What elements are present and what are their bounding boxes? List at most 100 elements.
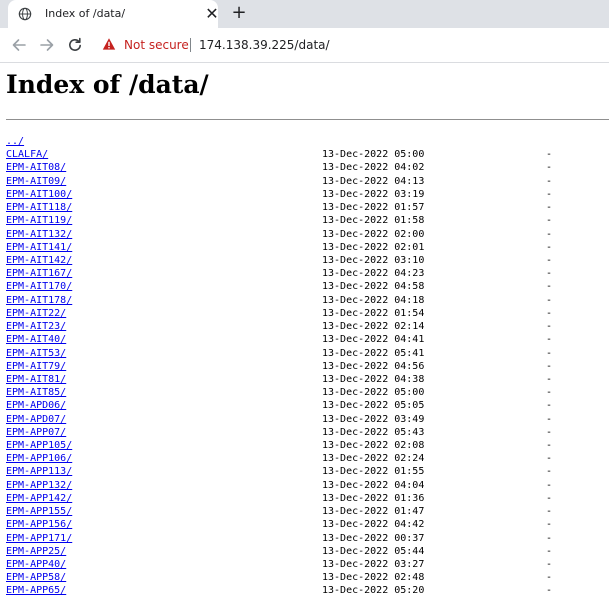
table-row: EPM-AIT40/13-Dec-2022 04:41 -	[6, 333, 552, 346]
divider	[6, 119, 609, 120]
modified-date: 13-Dec-2022 04:42	[322, 519, 425, 531]
directory-link[interactable]: EPM-APP65/	[6, 585, 66, 596]
file-size: -	[546, 188, 553, 200]
modified-date: 13-Dec-2022 01:54	[322, 307, 425, 319]
modified-date: 13-Dec-2022 04:38	[322, 373, 425, 385]
modified-date: 13-Dec-2022 00:37	[322, 532, 425, 544]
directory-link[interactable]: EPM-APP156/	[6, 519, 72, 530]
table-row: EPM-APP113/13-Dec-2022 01:55 -	[6, 465, 552, 478]
modified-date: 13-Dec-2022 02:14	[322, 321, 425, 333]
table-row: EPM-APP106/13-Dec-2022 02:24 -	[6, 452, 552, 465]
directory-link[interactable]: EPM-AIT22/	[6, 308, 66, 319]
table-row: EPM-AIT119/13-Dec-2022 01:58 -	[6, 214, 552, 227]
modified-date: 13-Dec-2022 02:24	[322, 453, 425, 465]
table-row: EPM-APP40/13-Dec-2022 03:27 -	[6, 558, 552, 571]
directory-listing: ../ CLALFA/13-Dec-2022 05:00- EPM-AIT08/1…	[6, 135, 552, 598]
modified-date: 13-Dec-2022 01:57	[322, 202, 425, 214]
file-size: -	[546, 241, 553, 253]
directory-link[interactable]: EPM-AIT09/	[6, 176, 66, 187]
modified-date: 13-Dec-2022 05:44	[322, 545, 425, 557]
directory-link[interactable]: EPM-AIT142/	[6, 255, 72, 266]
directory-link[interactable]: EPM-AIT08/	[6, 162, 66, 173]
directory-link[interactable]: EPM-AIT118/	[6, 202, 72, 213]
modified-date: 13-Dec-2022 01:55	[322, 466, 425, 478]
directory-link[interactable]: EPM-AIT40/	[6, 334, 66, 345]
directory-link[interactable]: CLALFA/	[6, 149, 48, 160]
file-size: -	[546, 373, 553, 385]
directory-link[interactable]: EPM-APP132/	[6, 480, 72, 491]
directory-link[interactable]: EPM-APP142/	[6, 493, 72, 504]
reload-icon[interactable]	[66, 36, 84, 54]
table-row: EPM-AIT22/13-Dec-2022 01:54 -	[6, 307, 552, 320]
directory-link[interactable]: EPM-AIT100/	[6, 189, 72, 200]
directory-link[interactable]: EPM-AIT132/	[6, 229, 72, 240]
modified-date: 13-Dec-2022 02:08	[322, 440, 425, 452]
parent-directory-row: ../	[6, 135, 72, 148]
modified-date: 13-Dec-2022 05:43	[322, 426, 425, 438]
directory-link[interactable]: EPM-APP07/	[6, 427, 66, 438]
plus-icon[interactable]: +	[230, 4, 248, 22]
arrow-right-icon[interactable]	[38, 36, 56, 54]
directory-link[interactable]: EPM-AIT167/	[6, 268, 72, 279]
directory-link[interactable]: EPM-APD06/	[6, 400, 66, 411]
table-row: EPM-AIT09/13-Dec-2022 04:13 -	[6, 175, 552, 188]
table-row: EPM-APD06/13-Dec-2022 05:05 -	[6, 399, 552, 412]
directory-link[interactable]: EPM-APP155/	[6, 506, 72, 517]
directory-link[interactable]: EPM-AIT85/	[6, 387, 66, 398]
directory-link[interactable]: EPM-APP106/	[6, 453, 72, 464]
page-title: Index of /data/	[6, 70, 209, 99]
table-row: EPM-AIT178/13-Dec-2022 04:18 -	[6, 294, 552, 307]
modified-date: 13-Dec-2022 04:13	[322, 175, 425, 187]
directory-link[interactable]: EPM-APD07/	[6, 414, 66, 425]
modified-date: 13-Dec-2022 02:00	[322, 228, 425, 240]
modified-date: 13-Dec-2022 05:41	[322, 347, 425, 359]
table-row: EPM-AIT53/13-Dec-2022 05:41 -	[6, 347, 552, 360]
table-row: EPM-APP142/13-Dec-2022 01:36 -	[6, 492, 552, 505]
file-size: -	[546, 400, 553, 412]
url-text[interactable]: 174.138.39.225/data/	[199, 38, 330, 52]
file-size: -	[546, 572, 553, 584]
warning-icon[interactable]	[102, 37, 116, 51]
modified-date: 13-Dec-2022 01:47	[322, 506, 425, 518]
modified-date: 13-Dec-2022 03:19	[322, 188, 425, 200]
file-size: -	[546, 440, 553, 452]
directory-link[interactable]: EPM-AIT23/	[6, 321, 66, 332]
file-size: -	[546, 162, 553, 174]
arrow-left-icon[interactable]	[10, 36, 28, 54]
directory-link[interactable]: EPM-APP40/	[6, 559, 66, 570]
directory-link[interactable]: EPM-APP58/	[6, 572, 66, 583]
file-size: -	[546, 360, 553, 372]
modified-date: 13-Dec-2022 03:10	[322, 254, 425, 266]
directory-link[interactable]: EPM-AIT170/	[6, 281, 72, 292]
directory-link[interactable]: EPM-AIT141/	[6, 242, 72, 253]
directory-link[interactable]: EPM-AIT79/	[6, 361, 66, 372]
directory-link[interactable]: EPM-APP171/	[6, 533, 72, 544]
directory-link[interactable]: EPM-APP113/	[6, 466, 72, 477]
directory-link[interactable]: EPM-AIT81/	[6, 374, 66, 385]
parent-directory-link[interactable]: ../	[6, 136, 24, 147]
modified-date: 13-Dec-2022 04:56	[322, 360, 425, 372]
close-icon[interactable]: ✕	[204, 6, 220, 22]
file-size: -	[546, 519, 553, 531]
table-row: EPM-AIT81/13-Dec-2022 04:38 -	[6, 373, 552, 386]
modified-date: 13-Dec-2022 05:20	[322, 585, 425, 597]
file-size: -	[546, 453, 553, 465]
browser-tab-strip: Index of /data/ ✕ +	[0, 0, 609, 28]
table-row: EPM-AIT167/13-Dec-2022 04:23 -	[6, 267, 552, 280]
modified-date: 13-Dec-2022 02:01	[322, 241, 425, 253]
file-size: -	[546, 559, 553, 570]
directory-link[interactable]: EPM-AIT53/	[6, 348, 66, 359]
table-row: EPM-APP171/13-Dec-2022 00:37 -	[6, 532, 552, 545]
directory-link[interactable]: EPM-APP105/	[6, 440, 72, 451]
directory-link[interactable]: EPM-AIT178/	[6, 295, 72, 306]
address-bar[interactable]: Not secure 174.138.39.225/data/	[96, 32, 602, 58]
file-size: -	[546, 294, 553, 306]
modified-date: 13-Dec-2022 04:23	[322, 268, 425, 280]
not-secure-label[interactable]: Not secure	[124, 38, 189, 52]
table-row: EPM-APP58/13-Dec-2022 02:48 -	[6, 571, 552, 584]
file-size: -	[546, 506, 553, 518]
directory-link[interactable]: EPM-AIT119/	[6, 215, 72, 226]
modified-date: 13-Dec-2022 04:04	[322, 479, 425, 491]
directory-link[interactable]: EPM-APP25/	[6, 546, 66, 557]
browser-tab[interactable]: Index of /data/ ✕	[8, 0, 220, 28]
